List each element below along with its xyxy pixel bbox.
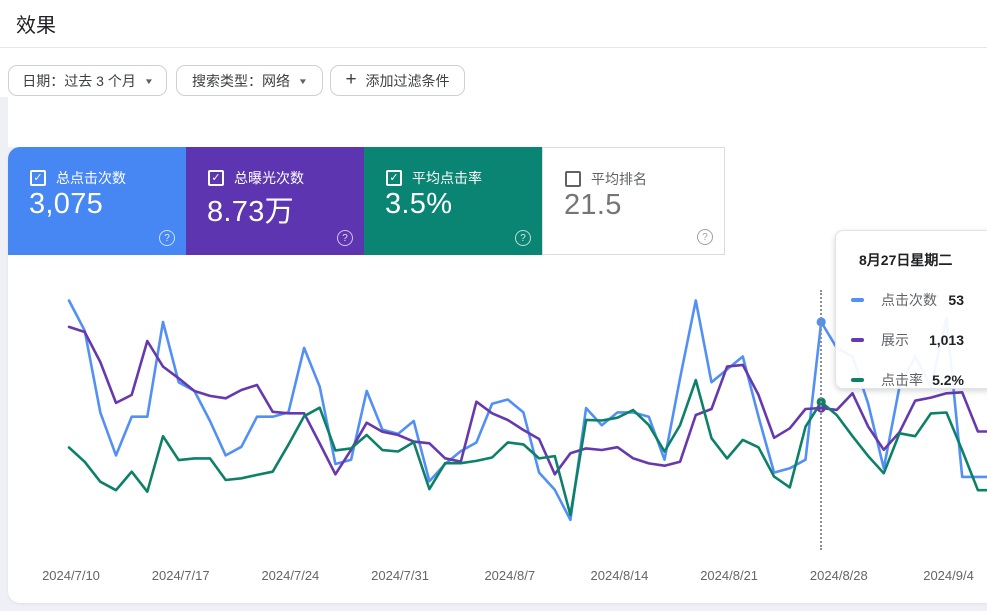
- hover-crosshair-line: [820, 290, 822, 550]
- x-axis-tick-label: 2024/7/24: [261, 568, 320, 583]
- help-icon[interactable]: ?: [697, 229, 713, 245]
- metric-card-label: 平均排名: [591, 171, 647, 187]
- tooltip-row-label: 展示: [881, 332, 909, 348]
- checkbox-checked-icon[interactable]: ✓: [30, 170, 46, 186]
- metric-card-label: 平均点击率: [412, 170, 482, 186]
- help-icon[interactable]: ?: [159, 230, 175, 246]
- x-axis-tick-label: 2024/7/31: [371, 568, 429, 583]
- help-icon[interactable]: ?: [515, 230, 531, 246]
- help-icon[interactable]: ?: [337, 230, 353, 246]
- metric-card-label: 总曝光次数: [234, 170, 304, 186]
- tooltip-row-label: 点击次数: [881, 292, 937, 308]
- tooltip-row-clicks: 点击次数 53: [851, 290, 964, 310]
- checkbox-checked-icon[interactable]: ✓: [386, 170, 402, 186]
- checkbox-checked-icon[interactable]: ✓: [208, 170, 224, 186]
- x-axis-tick-label: 2024/8/7: [484, 568, 536, 583]
- impressions-series-swatch-icon: [851, 338, 864, 342]
- metric-card-value: 8.73万: [207, 196, 294, 228]
- metric-card-value: 3.5%: [385, 188, 453, 220]
- ctr-series-swatch-icon: [851, 378, 864, 382]
- x-axis-tick-label: 2024/8/14: [590, 568, 649, 583]
- clicks-series-swatch-icon: [851, 298, 864, 302]
- chart-tooltip: 8月27日星期二 点击次数 53 展示 1,013 点击率 5.2%: [835, 230, 987, 389]
- checkbox-unchecked-icon[interactable]: [565, 171, 581, 187]
- x-axis-tick-label: 2024/7/10: [42, 568, 100, 583]
- x-axis-tick-label: 2024/8/28: [809, 568, 868, 583]
- line-ctr: [67, 378, 987, 517]
- metric-card-value: 3,075: [29, 188, 104, 220]
- metric-card-label: 总点击次数: [56, 170, 126, 186]
- tooltip-row-value: 53: [948, 292, 964, 308]
- metric-card-total-impressions[interactable]: ✓ 总曝光次数 8.73万 ?: [186, 147, 364, 255]
- tooltip-row-label: 点击率: [881, 372, 923, 388]
- x-axis-tick-label: 2024/7/17: [151, 568, 210, 583]
- tooltip-row-ctr: 点击率 5.2%: [851, 370, 964, 390]
- metric-card-value: 21.5: [564, 189, 622, 221]
- x-axis-tick-label: 2024/9/4: [923, 568, 974, 583]
- tooltip-row-impressions: 展示 1,013: [851, 330, 964, 350]
- metric-card-average-position[interactable]: 平均排名 21.5 ?: [542, 147, 725, 255]
- metric-card-total-clicks[interactable]: ✓ 总点击次数 3,075 ?: [8, 147, 186, 255]
- metric-card-average-ctr[interactable]: ✓ 平均点击率 3.5% ?: [364, 147, 542, 255]
- tooltip-date: 8月27日星期二: [859, 252, 953, 268]
- tooltip-row-value: 1,013: [928, 332, 964, 348]
- x-axis-tick-label: 2024/8/21: [700, 568, 759, 583]
- tooltip-row-value: 5.2%: [932, 372, 964, 388]
